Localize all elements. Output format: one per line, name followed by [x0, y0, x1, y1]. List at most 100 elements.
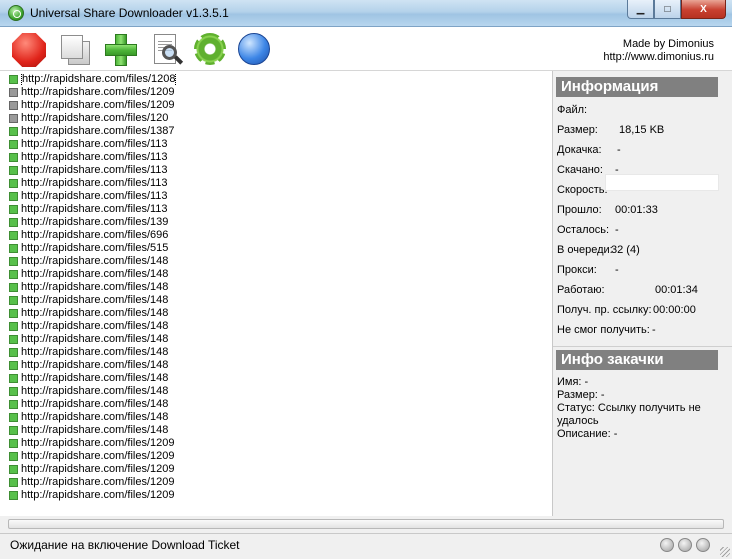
app-icon	[8, 5, 24, 21]
link-status-icon	[9, 114, 18, 123]
link-url: http://rapidshare.com/files/1209	[21, 489, 175, 501]
pause-status-icon[interactable]	[660, 538, 674, 552]
link-list-item[interactable]: http://rapidshare.com/files/148	[9, 294, 179, 307]
link-list-item[interactable]: http://rapidshare.com/files/148	[9, 424, 179, 437]
link-list-item[interactable]: http://rapidshare.com/files/1209	[9, 86, 179, 99]
copy-button[interactable]	[58, 33, 92, 67]
link-list[interactable]: http://rapidshare.com/files/1208 http://r…	[6, 71, 553, 516]
link-list-item[interactable]: http://rapidshare.com/files/120	[9, 112, 179, 125]
credit-link[interactable]: http://www.dimonius.ru	[603, 51, 714, 64]
link-list-item[interactable]: http://rapidshare.com/files/1209	[9, 489, 179, 502]
link-list-item[interactable]: http://rapidshare.com/files/1209	[9, 437, 179, 450]
link-list-item[interactable]: http://rapidshare.com/files/148	[9, 268, 179, 281]
link-list-item[interactable]: http://rapidshare.com/files/148	[9, 398, 179, 411]
link-list-item[interactable]: http://rapidshare.com/files/1387	[9, 125, 179, 138]
link-list-item[interactable]: http://rapidshare.com/files/148	[9, 359, 179, 372]
link-list-item[interactable]: http://rapidshare.com/files/148	[9, 346, 179, 359]
link-status-icon	[9, 335, 18, 344]
stop-icon	[12, 33, 46, 67]
link-status-icon	[9, 166, 18, 175]
link-list-item[interactable]: http://rapidshare.com/files/113	[9, 151, 179, 164]
link-list-item[interactable]: http://rapidshare.com/files/148	[9, 411, 179, 424]
info-value: -	[617, 144, 621, 156]
link-status-icon	[9, 270, 18, 279]
link-status-icon	[9, 322, 18, 331]
link-url: http://rapidshare.com/files/515	[21, 242, 169, 254]
info-label: Не смог получить:	[557, 324, 650, 336]
link-list-item[interactable]: http://rapidshare.com/files/515	[9, 242, 179, 255]
info-value: -	[652, 324, 656, 336]
link-url: http://rapidshare.com/files/148	[21, 424, 169, 436]
link-list-item[interactable]: http://rapidshare.com/files/113	[9, 177, 179, 190]
info-row: Скачано: -	[557, 164, 619, 176]
link-list-item[interactable]: http://rapidshare.com/files/148	[9, 281, 179, 294]
link-url: http://rapidshare.com/files/148	[21, 398, 169, 410]
window-title: Universal Share Downloader v1.3.5.1	[30, 6, 229, 20]
link-list-item[interactable]: http://rapidshare.com/files/113	[9, 164, 179, 177]
download-info-header: Инфо закачки	[556, 350, 718, 370]
link-list-item[interactable]: http://rapidshare.com/files/148	[9, 320, 179, 333]
stop-button[interactable]	[12, 33, 46, 67]
link-list-item[interactable]: http://rapidshare.com/files/1209	[9, 476, 179, 489]
link-url: http://rapidshare.com/files/113	[21, 190, 168, 202]
link-status-icon	[9, 309, 18, 318]
info-row: Получ. пр. ссылку: 00:00:00	[557, 304, 696, 316]
link-list-item[interactable]: http://rapidshare.com/files/1209	[9, 450, 179, 463]
error-status-icon[interactable]	[678, 538, 692, 552]
info-row: Не смог получить: -	[557, 324, 656, 336]
link-list-item[interactable]: http://rapidshare.com/files/148	[9, 333, 179, 346]
link-url: http://rapidshare.com/files/148	[21, 385, 169, 397]
status-bar: Ожидание на включение Download Ticket	[0, 533, 732, 559]
link-list-item[interactable]: http://rapidshare.com/files/113	[9, 190, 179, 203]
info-label: Прокси:	[557, 264, 597, 276]
link-url: http://rapidshare.com/files/148	[21, 320, 169, 332]
resize-grip[interactable]	[720, 547, 730, 557]
link-list-item[interactable]: http://rapidshare.com/files/148	[9, 307, 179, 320]
link-list-item[interactable]: http://rapidshare.com/files/1209	[9, 463, 179, 476]
link-list-item[interactable]: http://rapidshare.com/files/148	[9, 385, 179, 398]
link-list-item[interactable]: http://rapidshare.com/files/113	[9, 138, 179, 151]
link-status-icon	[9, 374, 18, 383]
connection-status-icon[interactable]	[696, 538, 710, 552]
link-url: http://rapidshare.com/files/148	[21, 307, 169, 319]
link-status-icon	[9, 387, 18, 396]
link-list-item[interactable]: http://rapidshare.com/files/148	[9, 255, 179, 268]
settings-button[interactable]	[194, 33, 228, 67]
info-row: Размер: 18,15 KB	[557, 124, 664, 136]
link-list-item[interactable]: http://rapidshare.com/files/1209	[9, 99, 179, 112]
info-value: -	[615, 264, 619, 276]
close-button[interactable]: X	[681, 0, 726, 19]
info-value: 00:01:34	[655, 284, 698, 296]
link-url: http://rapidshare.com/files/113	[21, 151, 168, 163]
link-status-icon	[9, 205, 18, 214]
info-value: 18,15 KB	[619, 124, 665, 136]
maximize-button[interactable]: □	[654, 0, 681, 19]
download-description: Описание: -	[557, 428, 618, 440]
link-list-item[interactable]: http://rapidshare.com/files/148	[9, 372, 179, 385]
minimize-button[interactable]: ▁	[627, 0, 654, 19]
info-label: В очереди:	[557, 244, 613, 256]
search-document-button[interactable]	[150, 33, 184, 67]
info-globe-icon	[238, 33, 270, 65]
link-status-icon	[9, 413, 18, 422]
link-status-icon	[9, 127, 18, 136]
link-list-item[interactable]: http://rapidshare.com/files/139	[9, 216, 179, 229]
link-status-icon	[9, 478, 18, 487]
link-url: http://rapidshare.com/files/1209	[21, 450, 175, 462]
info-button[interactable]	[238, 33, 272, 67]
link-list-item[interactable]: http://rapidshare.com/files/1208	[9, 73, 179, 86]
link-status-icon	[9, 296, 18, 305]
status-text: Ожидание на включение Download Ticket	[10, 538, 240, 552]
info-row: Работаю: 00:01:34	[557, 284, 698, 296]
link-url: http://rapidshare.com/files/113	[21, 177, 168, 189]
link-list-item[interactable]: http://rapidshare.com/files/696	[9, 229, 179, 242]
toolbar: Made by Dimonius http://www.dimonius.ru	[0, 27, 732, 71]
link-url: http://rapidshare.com/files/113	[21, 138, 168, 150]
info-panel: Информация Файл: Размер: 18,15 KB Докачка: -…	[553, 71, 732, 516]
info-value: 00:00:00	[653, 304, 696, 316]
add-button[interactable]	[104, 33, 138, 67]
info-row: Прокси: -	[557, 264, 619, 276]
link-status-icon	[9, 348, 18, 357]
link-status-icon	[9, 75, 18, 84]
link-list-item[interactable]: http://rapidshare.com/files/113	[9, 203, 179, 216]
